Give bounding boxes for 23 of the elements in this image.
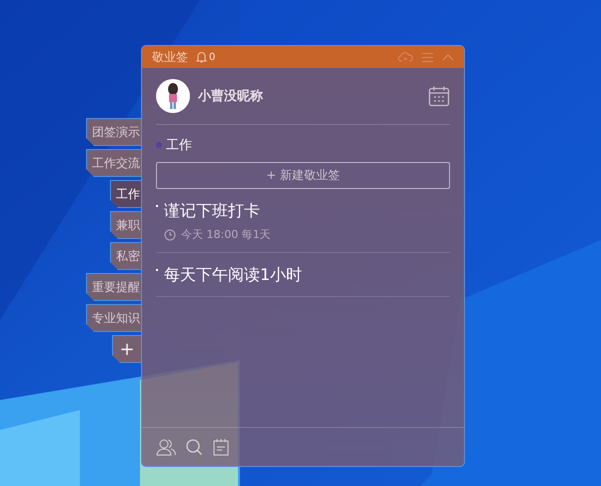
notepad-icon[interactable]	[212, 438, 230, 456]
notification-count: 0	[209, 52, 216, 62]
folder-tab[interactable]: 专业知识	[86, 304, 141, 332]
note-text[interactable]: 谨记下班打卡	[164, 201, 260, 222]
new-note-button[interactable]: + 新建敬业签	[156, 162, 450, 189]
clock-icon	[164, 228, 176, 240]
calendar-icon[interactable]	[428, 85, 450, 107]
folder-tab[interactable]: 重要提醒	[86, 273, 141, 301]
folder-tab[interactable]: 工作交流	[86, 149, 141, 177]
app-title: 敬业签	[152, 48, 188, 66]
bell-icon[interactable]	[196, 51, 207, 63]
add-tab-button[interactable]: +	[112, 335, 141, 363]
folder-tab[interactable]: 工作	[110, 180, 141, 208]
category-name: 工作	[166, 137, 192, 154]
folder-tab[interactable]: 团签演示	[86, 118, 141, 146]
reminder-time: 今天 18:00 每1天	[181, 227, 271, 242]
people-icon[interactable]	[156, 438, 176, 456]
avatar[interactable]	[156, 79, 190, 113]
note-text[interactable]: 每天下午阅读1小时	[164, 265, 302, 286]
folder-tab[interactable]: 私密	[110, 242, 141, 270]
search-icon[interactable]	[185, 438, 203, 456]
folder-tab[interactable]: 兼职	[110, 211, 141, 239]
user-name: 小曹没昵称	[198, 88, 264, 105]
